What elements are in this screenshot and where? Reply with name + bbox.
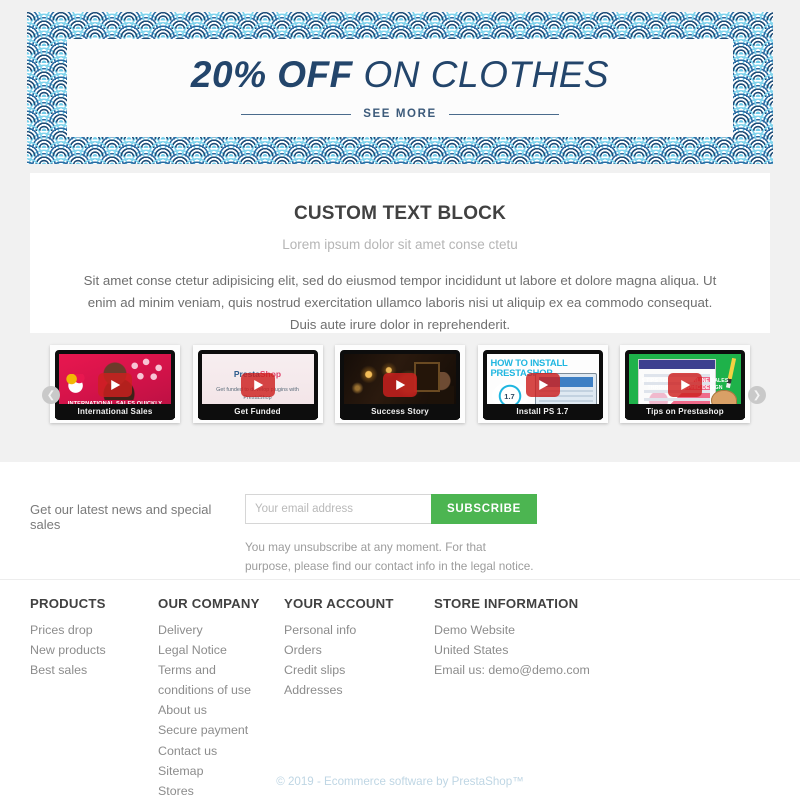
footer-link[interactable]: Orders xyxy=(284,640,420,660)
footer-column-title: YOUR ACCOUNT xyxy=(284,596,394,611)
newsletter-label: Get our latest news and special sales xyxy=(30,502,212,532)
promo-banner-inner: 20% OFF ON CLOTHES SEE MORE xyxy=(67,39,733,137)
footer-link[interactable]: New products xyxy=(30,640,144,660)
video-carousel: ❮ ❯ INTERNATIONAL SALES QUICKLY Internat… xyxy=(0,345,800,450)
video-card[interactable]: 5 TIPS TO BOOST ONLINE SALES THROUGH GRA… xyxy=(620,345,750,423)
footer-link-list: Personal info Orders Credit slips Addres… xyxy=(284,620,420,700)
video-card[interactable]: HOW TO INSTALL PRESTASHOP 1.7 Install PS… xyxy=(477,345,608,423)
rule-right xyxy=(448,113,559,115)
newsletter-note: You may unsubscribe at any moment. For t… xyxy=(245,540,534,573)
promo-subject-text: ON CLOTHES xyxy=(363,54,610,95)
footer-link[interactable]: Contact us xyxy=(158,741,270,761)
custom-text-title: CUSTOM TEXT BLOCK xyxy=(293,203,507,224)
footer-column-store-information: STORE INFORMATION Demo Website United St… xyxy=(434,596,734,800)
see-more-row[interactable]: SEE MORE xyxy=(67,108,733,120)
video-card[interactable]: Success Story xyxy=(335,345,465,423)
shopping-cart-icon xyxy=(65,374,87,394)
play-icon[interactable] xyxy=(668,373,702,397)
store-name: Demo Website xyxy=(434,623,516,637)
footer-link[interactable]: Personal info xyxy=(284,620,420,640)
footer-column-title: PRODUCTS xyxy=(30,596,106,611)
video-card-label: International Sales xyxy=(55,404,175,418)
footer-link[interactable]: Best sales xyxy=(30,660,144,680)
store-email[interactable]: Email us: demo@demo.com xyxy=(434,660,720,680)
footer-link[interactable]: About us xyxy=(158,700,270,720)
footer-link-list: Delivery Legal Notice Terms and conditio… xyxy=(158,620,270,800)
footer-columns: PRODUCTS Prices drop New products Best s… xyxy=(30,596,770,800)
footer-column-products: PRODUCTS Prices drop New products Best s… xyxy=(30,596,158,800)
custom-text-subtitle: Lorem ipsum dolor sit amet conse ctetu xyxy=(282,237,518,252)
footer-column-our-company: OUR COMPANY Delivery Legal Notice Terms … xyxy=(158,596,284,800)
footer-column-your-account: YOUR ACCOUNT Personal info Orders Credit… xyxy=(284,596,434,800)
video-card[interactable]: INTERNATIONAL SALES QUICKLY Internationa… xyxy=(50,345,180,423)
promo-discount-text: 20% OFF xyxy=(190,54,353,95)
video-card-label: Success Story xyxy=(340,404,460,418)
play-icon[interactable] xyxy=(383,373,417,397)
rule-left xyxy=(241,113,352,115)
store-country: United States xyxy=(434,643,509,658)
custom-text-body: Sit amet conse ctetur adipisicing elit, … xyxy=(83,273,717,332)
footer-column-title: OUR COMPANY xyxy=(158,596,260,611)
promo-banner-title: 20% OFF ON CLOTHES xyxy=(191,56,609,93)
footer-column-title: STORE INFORMATION xyxy=(434,596,579,611)
newsletter-input-row: SUBSCRIBE xyxy=(245,494,770,524)
carousel-next-icon[interactable]: ❯ xyxy=(748,386,766,404)
newsletter-email-input[interactable] xyxy=(245,494,431,524)
custom-text-block: CUSTOM TEXT BLOCK Lorem ipsum dolor sit … xyxy=(30,173,770,333)
play-icon[interactable] xyxy=(240,373,275,397)
page-root: 20% OFF ON CLOTHES SEE MORE CUSTOM TEXT … xyxy=(0,0,800,800)
footer-link[interactable]: Addresses xyxy=(284,680,420,700)
carousel-prev-icon[interactable]: ❮ xyxy=(42,386,60,404)
promo-banner[interactable]: 20% OFF ON CLOTHES SEE MORE xyxy=(27,12,773,164)
video-card[interactable]: PrestaShop Get funded to develop plugins… xyxy=(192,345,323,423)
subscribe-button[interactable]: SUBSCRIBE xyxy=(431,494,538,524)
site-footer: PRODUCTS Prices drop New products Best s… xyxy=(0,579,800,800)
footer-link[interactable]: Legal Notice xyxy=(158,640,270,660)
play-icon[interactable] xyxy=(98,373,132,397)
footer-link[interactable]: Credit slips xyxy=(284,660,420,680)
play-icon[interactable] xyxy=(525,373,560,397)
newsletter-section: Get our latest news and special sales SU… xyxy=(0,462,800,579)
video-card-label: Install PS 1.7 xyxy=(482,404,603,418)
copyright-text: © 2019 - Ecommerce software by PrestaSho… xyxy=(276,775,524,788)
footer-link[interactable]: Terms and conditions of use xyxy=(158,660,270,700)
footer-link[interactable]: Prices drop xyxy=(30,620,144,640)
footer-link[interactable]: Delivery xyxy=(158,620,270,640)
footer-link[interactable]: Secure payment xyxy=(158,720,270,740)
video-card-label: Tips on Prestashop xyxy=(625,404,745,418)
newsletter-form: SUBSCRIBE You may unsubscribe at any mom… xyxy=(245,494,770,576)
see-more-label[interactable]: SEE MORE xyxy=(363,108,437,120)
carousel-track: INTERNATIONAL SALES QUICKLY Internationa… xyxy=(50,345,750,445)
footer-link-list: Prices drop New products Best sales xyxy=(30,620,144,680)
newsletter-inner: Get our latest news and special sales SU… xyxy=(30,494,770,576)
video-card-label: Get Funded xyxy=(197,404,318,418)
